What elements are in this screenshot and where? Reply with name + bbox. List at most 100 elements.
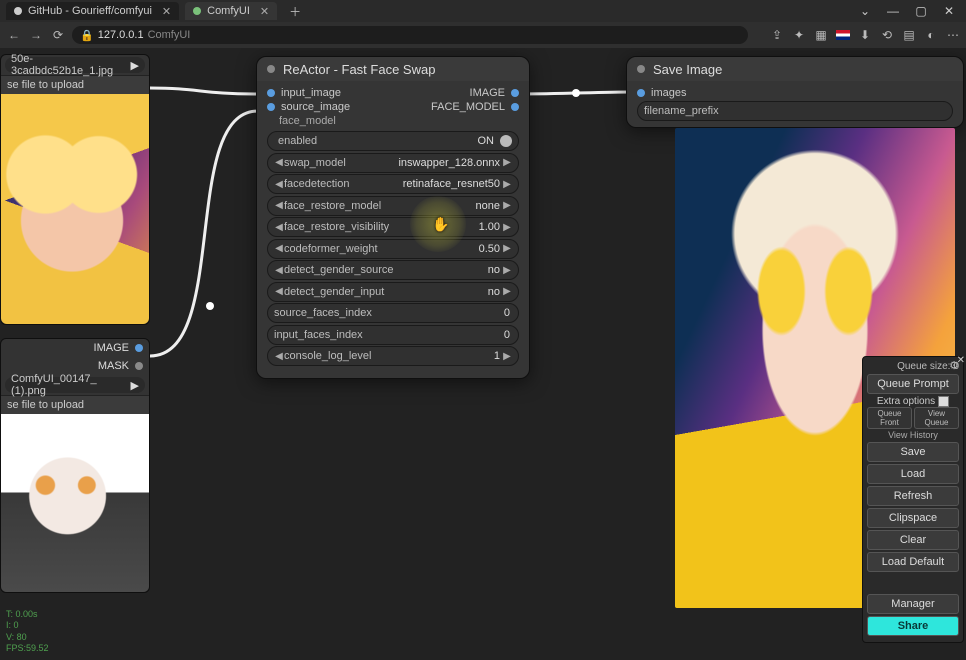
checkbox-icon[interactable] <box>938 396 949 407</box>
chevron-right-icon[interactable]: ▶ <box>502 200 512 211</box>
close-icon[interactable]: ✕ <box>957 355 965 366</box>
filename-field[interactable]: 50e-3cadbdc52b1e_1.jpg ▶ <box>5 57 145 73</box>
note-icon[interactable]: ▤ <box>902 28 916 42</box>
lock-icon: 🔒 <box>80 29 94 42</box>
nav-forward[interactable]: → <box>28 27 44 43</box>
manager-button[interactable]: Manager <box>867 594 959 614</box>
tab-label: ComfyUI <box>207 5 250 17</box>
clipspace-button[interactable]: Clipspace <box>867 508 959 528</box>
chevron-left-icon[interactable]: ◀ <box>274 179 284 190</box>
chevron-left-icon[interactable]: ◀ <box>274 243 284 254</box>
view-queue-button[interactable]: View Queue <box>914 407 959 429</box>
url-field[interactable]: 🔒 127.0.0.1 ComfyUI <box>72 26 748 44</box>
save-image-node[interactable]: Save Image images filename_prefix <box>626 56 964 128</box>
close-icon[interactable]: ✕ <box>162 5 171 18</box>
browser-tab[interactable]: ComfyUI ✕ <box>185 2 277 20</box>
reactor-node[interactable]: ReActor - Fast Face Swap input_image IMA… <box>256 56 530 379</box>
param-input_faces_index[interactable]: input_faces_index0 <box>267 325 519 345</box>
param-label: facedetection <box>284 178 349 190</box>
param-console_log_level[interactable]: ◀console_log_level1▶ <box>267 346 519 366</box>
chevron-right-icon[interactable]: ▶ <box>502 265 512 276</box>
nav-back[interactable]: ← <box>6 27 22 43</box>
perf-stats: T: 0.00s I: 0 V: 80 FPS:59.52 <box>6 609 49 654</box>
refresh-button[interactable]: Refresh <box>867 486 959 506</box>
window-close[interactable]: ✕ <box>938 4 960 18</box>
param-detect_gender_source[interactable]: ◀detect_gender_sourceno▶ <box>267 260 519 280</box>
window-maximize[interactable]: ▢ <box>910 4 932 18</box>
toggle-switch[interactable] <box>500 135 512 147</box>
load-image-node-2[interactable]: IMAGE MASK ComfyUI_00147_ (1).png ▶ se f… <box>0 338 150 593</box>
param-swap_model[interactable]: ◀swap_modelinswapper_128.onnx▶ <box>267 153 519 173</box>
grid-icon[interactable]: ▦ <box>814 28 828 42</box>
output-port[interactable]: IMAGE <box>470 87 519 99</box>
output-port[interactable] <box>135 344 143 352</box>
input-port[interactable]: source_image <box>267 101 350 113</box>
person-icon[interactable]: ◐ <box>924 28 938 42</box>
chevron-right-icon[interactable]: ▶ <box>502 157 512 168</box>
chevron-left-icon[interactable]: ◀ <box>274 351 284 362</box>
input-port[interactable]: images <box>637 87 686 99</box>
share-button[interactable]: Share <box>867 616 959 636</box>
window-minimize[interactable]: — <box>882 4 904 18</box>
chevron-right-icon[interactable]: ▶ <box>502 351 512 362</box>
window-chevron[interactable]: ⌄ <box>854 4 876 18</box>
param-detect_gender_input[interactable]: ◀detect_gender_inputno▶ <box>267 282 519 302</box>
chevron-right-icon[interactable]: ▶ <box>502 243 512 254</box>
node-title: ReActor - Fast Face Swap <box>283 62 435 77</box>
view-history-button[interactable]: View History <box>867 430 959 440</box>
play-icon[interactable]: ▶ <box>131 379 139 392</box>
new-tab-button[interactable]: ＋ <box>283 3 307 20</box>
chevron-left-icon[interactable]: ◀ <box>274 286 284 297</box>
param-label: swap_model <box>284 157 346 169</box>
upload-button[interactable]: se file to upload <box>1 75 149 94</box>
flag-icon[interactable] <box>836 28 850 42</box>
chevron-left-icon[interactable]: ◀ <box>274 157 284 168</box>
param-value: no <box>488 286 502 298</box>
menu-icon[interactable]: ⋯ <box>946 28 960 42</box>
save-button[interactable]: Save <box>867 442 959 462</box>
browser-tab[interactable]: GitHub - Gourieff/comfyui ✕ <box>6 2 179 20</box>
share-icon[interactable]: ⇪ <box>770 28 784 42</box>
close-icon[interactable]: ✕ <box>260 5 269 18</box>
clear-button[interactable]: Clear <box>867 530 959 550</box>
input-port[interactable]: input_image <box>267 87 341 99</box>
extra-options-checkbox[interactable]: Extra options <box>867 396 959 407</box>
output-port[interactable]: FACE_MODEL <box>431 101 519 113</box>
filename-prefix-field[interactable]: filename_prefix <box>637 101 953 121</box>
graph-canvas[interactable]: 50e-3cadbdc52b1e_1.jpg ▶ se file to uplo… <box>0 48 966 660</box>
param-facedetection[interactable]: ◀facedetectionretinaface_resnet50▶ <box>267 174 519 194</box>
chevron-left-icon[interactable]: ◀ <box>274 222 284 233</box>
load-button[interactable]: Load <box>867 464 959 484</box>
param-source_faces_index[interactable]: source_faces_index0 <box>267 303 519 323</box>
chevron-right-icon[interactable]: ▶ <box>502 222 512 233</box>
queue-prompt-button[interactable]: Queue Prompt <box>867 374 959 394</box>
chevron-right-icon[interactable]: ▶ <box>502 179 512 190</box>
node-header[interactable]: Save Image <box>627 57 963 81</box>
chevron-right-icon[interactable]: ▶ <box>502 286 512 297</box>
filename-field[interactable]: ComfyUI_00147_ (1).png ▶ <box>5 377 145 393</box>
output-port[interactable] <box>135 362 143 370</box>
puzzle-icon[interactable]: ✦ <box>792 28 806 42</box>
chevron-left-icon[interactable]: ◀ <box>274 265 284 276</box>
refresh-icon[interactable]: ⟲ <box>880 28 894 42</box>
param-face_restore_model[interactable]: ◀face_restore_modelnone▶ <box>267 196 519 216</box>
chevron-left-icon[interactable]: ◀ <box>274 200 284 211</box>
control-panel[interactable]: ⚙ ✕ Queue size: 0 Queue Prompt Extra opt… <box>862 356 964 643</box>
node-header[interactable]: ReActor - Fast Face Swap <box>257 57 529 81</box>
param-codeformer_weight[interactable]: ◀codeformer_weight0.50▶ <box>267 239 519 259</box>
upload-button[interactable]: se file to upload <box>1 395 149 414</box>
url-path: ComfyUI <box>148 29 191 41</box>
input-label: input_image <box>281 87 341 99</box>
load-default-button[interactable]: Load Default <box>867 552 959 572</box>
load-image-node-1[interactable]: 50e-3cadbdc52b1e_1.jpg ▶ se file to uplo… <box>0 54 150 325</box>
nav-reload[interactable]: ⟳ <box>50 27 66 43</box>
extra-options-label: Extra options <box>877 396 935 407</box>
output-label: IMAGE <box>94 342 129 354</box>
param-enabled[interactable]: enabledON <box>267 131 519 151</box>
queue-front-button[interactable]: Queue Front <box>867 407 912 429</box>
param-face_restore_visibility[interactable]: ◀face_restore_visibility1.00▶ <box>267 217 519 237</box>
browser-urlbar: ← → ⟳ 🔒 127.0.0.1 ComfyUI ⇪ ✦ ▦ ⬇ ⟲ ▤ ◐ … <box>0 22 966 49</box>
image-preview <box>1 414 149 592</box>
play-icon[interactable]: ▶ <box>131 59 139 72</box>
download-icon[interactable]: ⬇ <box>858 28 872 42</box>
